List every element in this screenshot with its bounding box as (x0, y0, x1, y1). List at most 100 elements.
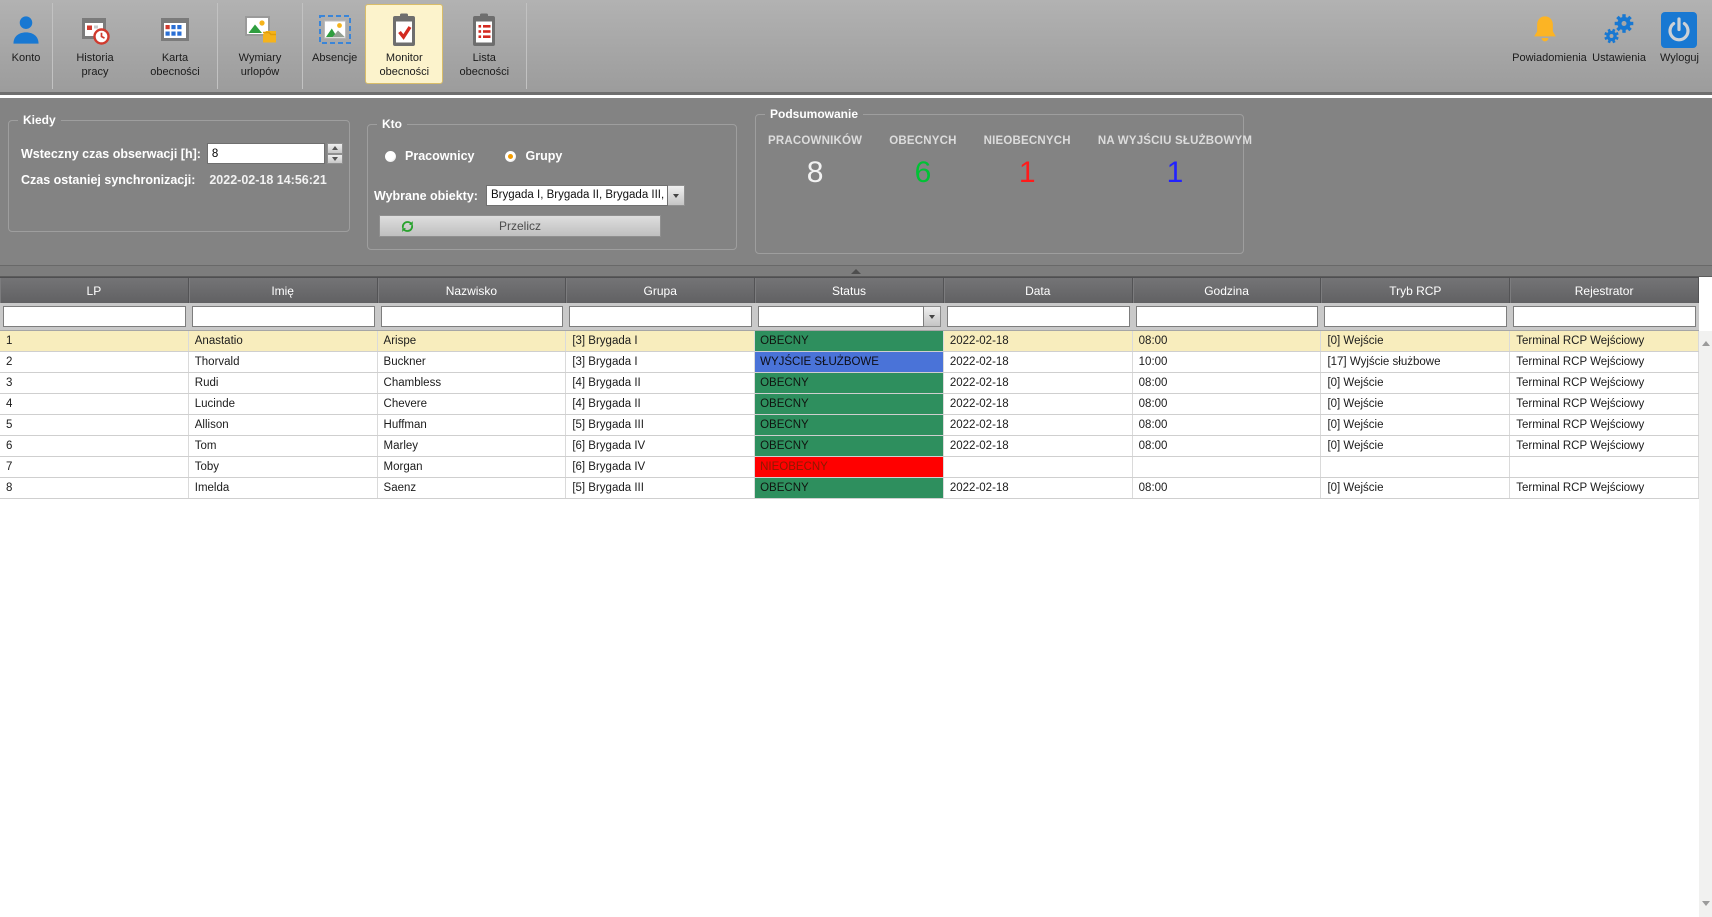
table-row[interactable]: 4LucindeChevere[4] Brygada IIOBECNY2022-… (0, 394, 1699, 415)
table-row[interactable]: 5AllisonHuffman[5] Brygada IIIOBECNY2022… (0, 415, 1699, 436)
combobox-dropdown-button[interactable] (668, 185, 685, 206)
toolbar-button-label: Ustawienia (1592, 52, 1646, 66)
filter-input-nazwisko[interactable] (381, 306, 564, 327)
table-row[interactable]: 3RudiChambless[4] Brygada IIOBECNY2022-0… (0, 373, 1699, 394)
recalculate-button[interactable]: Przelicz (379, 215, 661, 237)
cell-tryb-rcp: [0] Wejście (1321, 373, 1510, 393)
cell-godzina: 08:00 (1133, 394, 1322, 414)
cell-nazwisko: Chevere (378, 394, 567, 414)
cell-rejestrator: Terminal RCP Wejściowy (1510, 436, 1699, 456)
toolbar-button-wymiary-urlop-w[interactable]: Wymiary urlopów (221, 4, 299, 84)
table-row[interactable]: 1AnastatioArispe[3] Brygada IOBECNY2022-… (0, 331, 1699, 352)
column-header-data[interactable]: Data (944, 278, 1133, 303)
cell-godzina: 08:00 (1133, 478, 1322, 498)
filter-cell-imi (189, 303, 378, 330)
toolbar-button-konto[interactable]: Konto (3, 4, 49, 84)
panel-splitter[interactable] (0, 265, 1712, 277)
stepper-down-button[interactable] (327, 154, 343, 165)
column-header-rejestrator[interactable]: Rejestrator (1510, 278, 1699, 303)
toolbar-button-label: Wyloguj (1660, 52, 1699, 66)
table-row[interactable]: 2ThorvaldBuckner[3] Brygada IWYJŚCIE SŁU… (0, 352, 1699, 373)
cell-data: 2022-02-18 (944, 331, 1133, 351)
toolbar-button-karta-obecno-ci[interactable]: Karta obecności (136, 4, 214, 84)
summary-stat-value: 1 (984, 156, 1071, 190)
column-header-godzina[interactable]: Godzina (1133, 278, 1322, 303)
selected-objects-combobox[interactable]: Brygada I, Brygada II, Brygada III, Bry (486, 185, 685, 206)
toolbar-button-absencje[interactable]: Absencje (306, 4, 363, 84)
scrollbar-up-button[interactable] (1699, 335, 1712, 351)
grid-header-row: LPImięNazwiskoGrupaStatusDataGodzinaTryb… (0, 277, 1699, 303)
cell-grupa: [4] Brygada II (566, 394, 755, 414)
grid-filter-row (0, 303, 1699, 331)
chevron-down-icon (929, 315, 935, 319)
cell-imi: Allison (189, 415, 378, 435)
cell-nazwisko: Chambless (378, 373, 567, 393)
filter-cell-godzina (1133, 303, 1322, 330)
cell-nazwisko: Saenz (378, 478, 567, 498)
filter-input-imi[interactable] (192, 306, 375, 327)
column-header-lp[interactable]: LP (0, 278, 189, 303)
column-header-grupa[interactable]: Grupa (566, 278, 755, 303)
scrollbar-down-button[interactable] (1699, 895, 1712, 911)
cell-rejestrator: Terminal RCP Wejściowy (1510, 352, 1699, 372)
column-header-nazwisko[interactable]: Nazwisko (378, 278, 567, 303)
toolbar-button-wyloguj[interactable]: Wyloguj (1654, 4, 1705, 84)
toolbar-button-label: Wymiary urlopów (227, 52, 293, 80)
radio-grupy[interactable] (504, 150, 517, 163)
toolbar-button-powiadomienia[interactable]: Powiadomienia (1506, 4, 1584, 84)
filter-input-data[interactable] (947, 306, 1130, 327)
cell-nazwisko: Morgan (378, 457, 567, 477)
observation-time-input[interactable] (207, 143, 325, 164)
table-row[interactable]: 6TomMarley[6] Brygada IVOBECNY2022-02-18… (0, 436, 1699, 457)
bell-icon (1528, 10, 1562, 50)
splitter-collapse-handle[interactable] (850, 269, 862, 274)
cell-imi: Tom (189, 436, 378, 456)
summary-panel-legend: Podsumowanie (765, 107, 863, 121)
cell-nazwisko: Huffman (378, 415, 567, 435)
toolbar-button-lista-obecno-ci[interactable]: Lista obecności (445, 4, 523, 84)
toolbar-button-monitor-obecno-ci[interactable]: Monitor obecności (365, 4, 443, 84)
table-row[interactable]: 7TobyMorgan[6] Brygada IVNIEOBECNY (0, 457, 1699, 478)
grid-body: 1AnastatioArispe[3] Brygada IOBECNY2022-… (0, 331, 1699, 499)
filter-cell-rejestrator (1510, 303, 1699, 330)
toolbar-button-label: Lista obecności (451, 52, 517, 80)
cell-godzina: 10:00 (1133, 352, 1322, 372)
cell-grupa: [3] Brygada I (566, 331, 755, 351)
toolbar-separator (217, 3, 218, 89)
filter-input-tryb-rcp[interactable] (1324, 306, 1507, 327)
radio-pracownicy-label: Pracownicy (405, 149, 474, 163)
cell-imi: Thorvald (189, 352, 378, 372)
cell-godzina (1133, 457, 1322, 477)
table-row[interactable]: 8ImeldaSaenz[5] Brygada IIIOBECNY2022-02… (0, 478, 1699, 499)
cell-rejestrator: Terminal RCP Wejściowy (1510, 394, 1699, 414)
filter-input-grupa[interactable] (569, 306, 752, 327)
toolbar-button-historia-pracy[interactable]: Historia pracy (56, 4, 134, 84)
vertical-scrollbar[interactable] (1699, 331, 1712, 917)
stepper-up-button[interactable] (327, 143, 343, 154)
toolbar-button-ustawienia[interactable]: Ustawienia (1586, 4, 1652, 84)
filter-input-lp[interactable] (3, 306, 186, 327)
cell-rejestrator: Terminal RCP Wejściowy (1510, 415, 1699, 435)
cell-nazwisko: Arispe (378, 331, 567, 351)
summary-stat-label: NA WYJŚCIU SŁUŻBOWYM (1098, 135, 1252, 147)
filter-panel-area: Kiedy Wsteczny czas obserwacji [h]: Czas… (0, 98, 1712, 265)
column-header-imi[interactable]: Imię (189, 278, 378, 303)
status-filter-dropdown-button[interactable] (924, 306, 941, 327)
filter-cell-lp (0, 303, 189, 330)
cell-imi: Rudi (189, 373, 378, 393)
column-header-tryb-rcp[interactable]: Tryb RCP (1321, 278, 1510, 303)
toolbar-right-group: Powiadomienia Ustawienia Wyloguj (1505, 3, 1706, 85)
filter-input-godzina[interactable] (1136, 306, 1319, 327)
filter-cell-tryb-rcp (1321, 303, 1510, 330)
filter-input-status[interactable] (758, 306, 924, 327)
column-header-status[interactable]: Status (755, 278, 944, 303)
power-icon (1660, 10, 1698, 50)
cell-grupa: [6] Brygada IV (566, 457, 755, 477)
summary-stat-pracownik-w: PRACOWNIKÓW8 (768, 135, 862, 190)
selected-objects-value[interactable]: Brygada I, Brygada II, Brygada III, Bry (486, 185, 668, 206)
cell-grupa: [5] Brygada III (566, 478, 755, 498)
user-icon (9, 10, 43, 50)
radio-pracownicy[interactable] (384, 150, 397, 163)
app-window: KontoHistoria pracyKarta obecności Wymiar… (0, 0, 1712, 917)
filter-input-rejestrator[interactable] (1513, 306, 1696, 327)
